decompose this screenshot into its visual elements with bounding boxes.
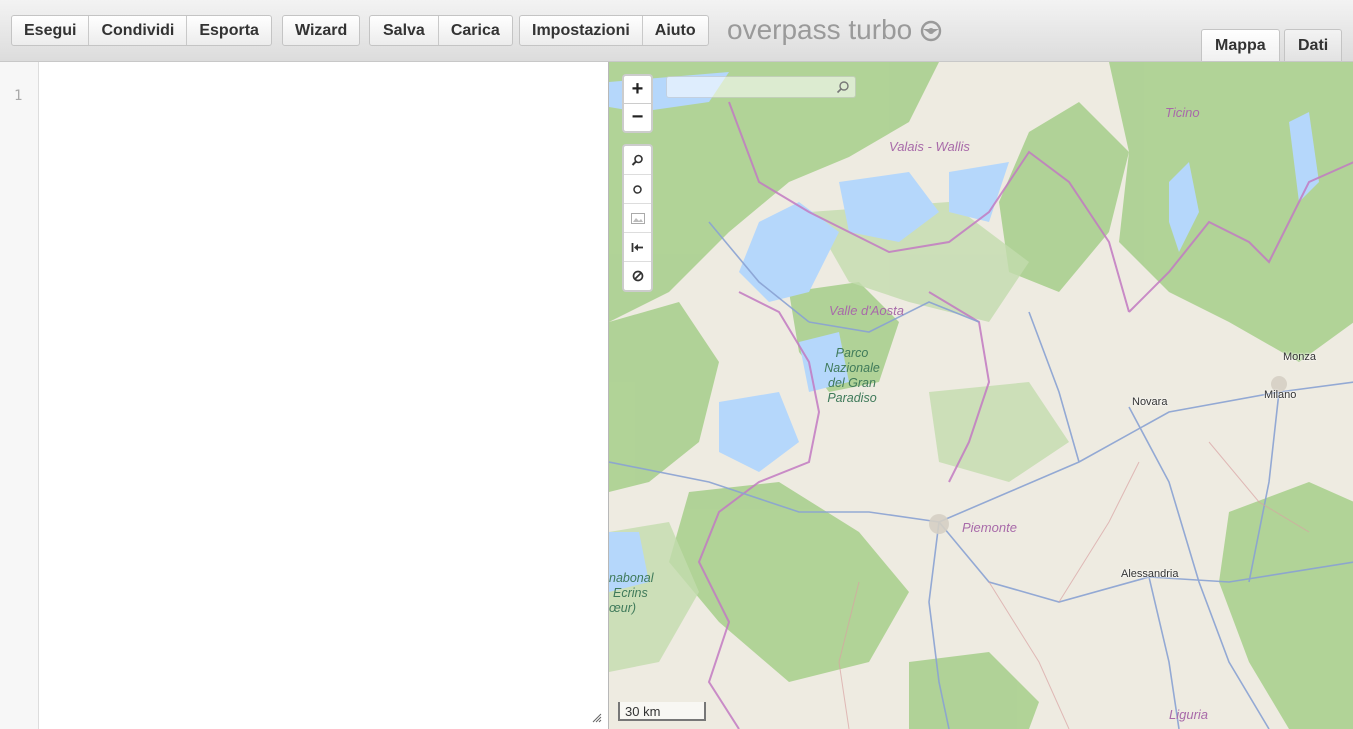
map-search-input[interactable] [667,77,835,97]
toggle-tiles-button[interactable] [624,204,651,233]
map-scale: 30 km [618,702,706,721]
zoom-to-data-button[interactable] [624,146,651,175]
export-button[interactable]: Esporta [187,16,271,45]
search-icon[interactable] [836,80,850,94]
query-editor: 1 [0,62,608,729]
tab-data[interactable]: Dati [1284,29,1343,61]
image-icon [630,212,645,224]
save-button[interactable]: Salva [370,16,439,45]
arrow-to-start-icon [631,242,643,252]
map-label-valle-aosta: Valle d'Aosta [829,303,904,318]
zoom-in-button[interactable]: + [624,76,651,104]
wizard-button[interactable]: Wizard [283,16,359,45]
save-load-group: Salva Carica [369,15,513,46]
map-search [666,76,856,98]
map-tiles [609,62,1353,729]
no-entry-icon [632,270,643,282]
run-button[interactable]: Esegui [12,16,90,45]
fit-data-button[interactable] [624,233,651,262]
code-input[interactable] [39,62,608,729]
zoom-control: + − [622,74,653,133]
run-share-export-group: Esegui Condividi Esporta [11,15,272,46]
my-location-button[interactable] [624,175,651,204]
map-label-park: Parco Nazionale del Gran Paradiso [824,346,880,405]
map-label-ticino: Ticino [1165,105,1200,120]
settings-button[interactable]: Impostazioni [520,16,643,45]
line-number: 1 [14,88,23,104]
osm-logo-icon [921,20,942,42]
map-tools-control [622,144,653,292]
help-button[interactable]: Aiuto [643,16,708,45]
share-button[interactable]: Condividi [89,16,188,45]
map-label-novara: Novara [1132,396,1168,408]
map-label-alessandria: Alessandria [1121,568,1179,580]
settings-help-group: Impostazioni Aiuto [519,15,709,46]
map-view[interactable]: Ticino Valais - Wallis Valle d'Aosta Par… [608,62,1353,729]
map-label-liguria: Liguria [1169,707,1209,722]
tab-map[interactable]: Mappa [1201,29,1280,61]
load-button[interactable]: Carica [439,16,512,45]
line-gutter: 1 [0,62,39,729]
zoom-out-button[interactable]: − [624,104,651,131]
map-label-ecrins: nabonal Ecrins œur) [609,571,654,615]
resize-handle-icon[interactable] [592,713,602,723]
toolbar: Esegui Condividi Esporta Wizard Salva Ca… [0,0,1353,62]
wizard-group: Wizard [282,15,361,46]
clear-data-button[interactable] [624,262,651,290]
magnifier-icon [631,154,643,166]
circle-icon [633,184,642,194]
app-title: overpass turbo [727,14,913,45]
map-label-milano: Milano [1264,389,1297,401]
map-label-piemonte: Piemonte [962,520,1017,535]
map-label-valais: Valais - Wallis [889,139,970,154]
map-label-monza: Monza [1283,351,1317,363]
app-logo: overpass turbo [727,14,942,46]
